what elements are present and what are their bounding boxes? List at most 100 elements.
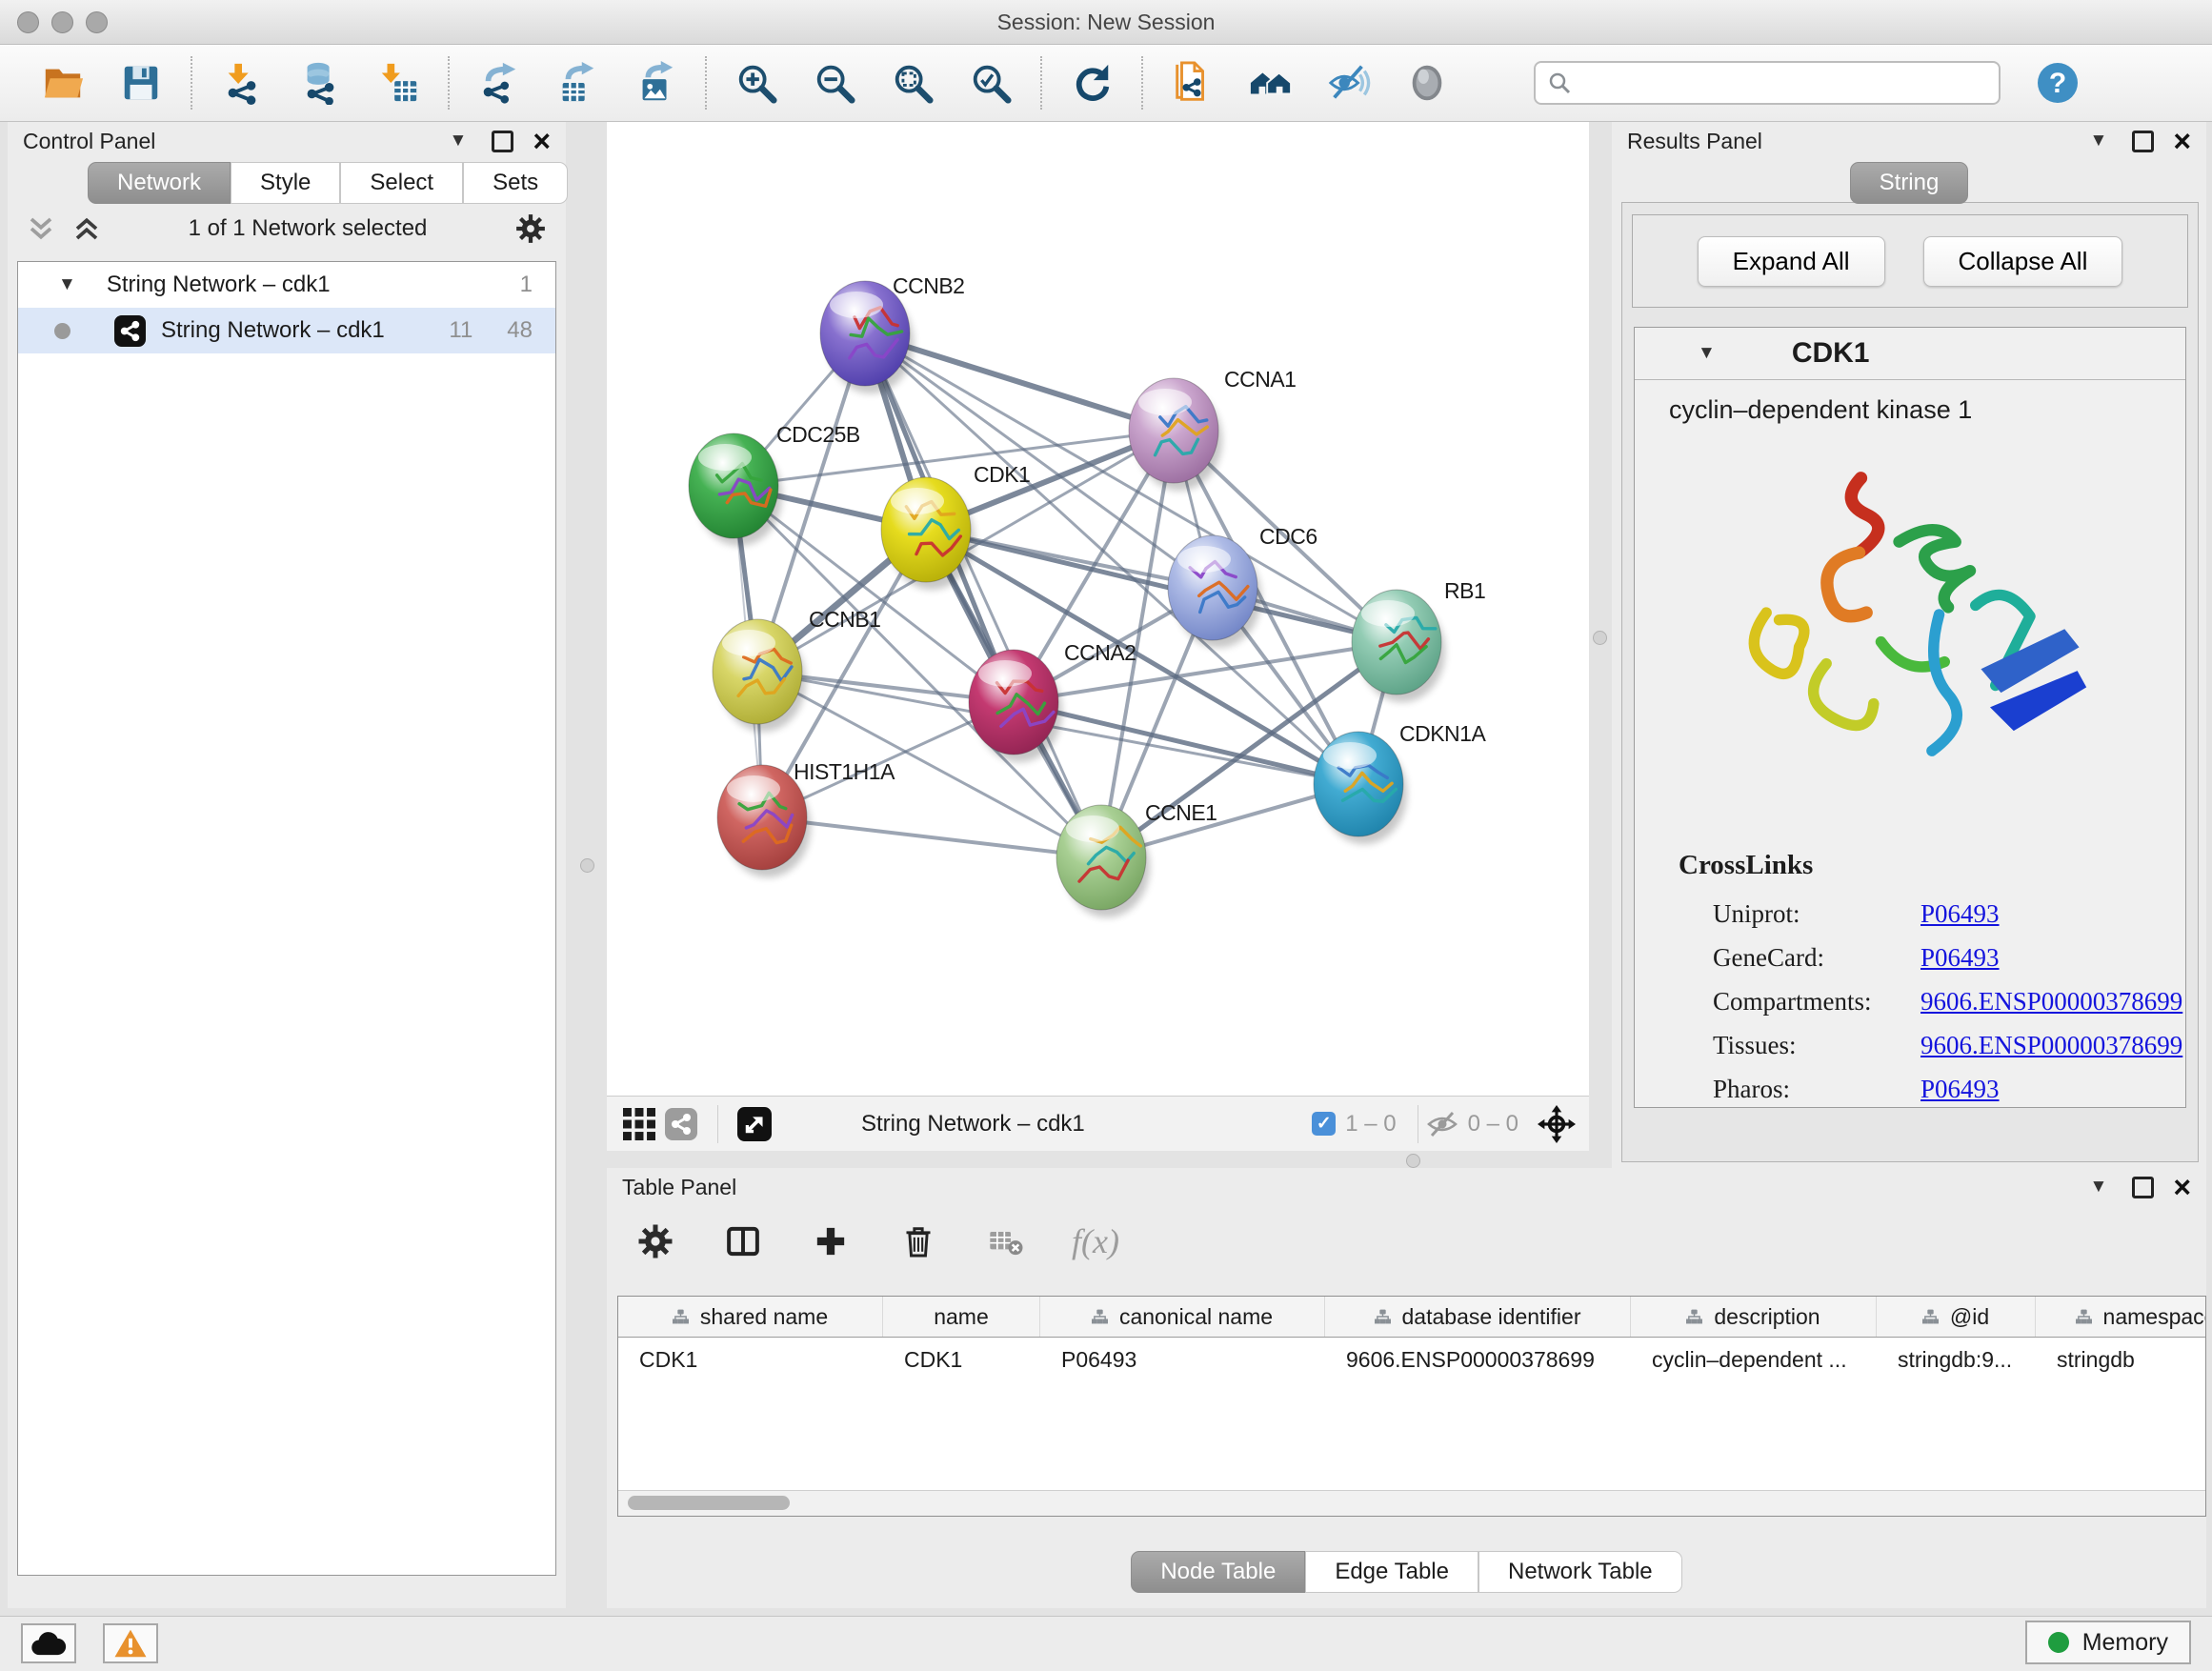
tab-edge-table[interactable]: Edge Table [1305, 1551, 1478, 1593]
tab-network-table[interactable]: Network Table [1478, 1551, 1682, 1593]
function-builder-icon[interactable]: f(x) [1072, 1221, 1119, 1261]
column-header-name[interactable]: name [883, 1297, 1040, 1337]
search-input[interactable] [1534, 61, 2001, 105]
save-session-icon[interactable] [116, 58, 166, 108]
houses-icon[interactable] [1246, 58, 1296, 108]
crosslink-link[interactable]: P06493 [1920, 1075, 2000, 1104]
table-panel-float-icon[interactable] [2132, 1177, 2154, 1198]
tab-string[interactable]: String [1850, 162, 1969, 204]
table-settings-gear-icon[interactable] [633, 1219, 677, 1263]
table-cell[interactable]: CDK1 [618, 1347, 883, 1373]
hscrollbar-thumb[interactable] [628, 1496, 790, 1510]
network-options-gear-icon[interactable] [514, 212, 547, 245]
horizontal-splitter-handle[interactable] [1406, 1154, 1420, 1168]
network-file-icon[interactable] [1168, 58, 1217, 108]
cloud-button[interactable] [21, 1623, 76, 1663]
tab-sets[interactable]: Sets [463, 162, 568, 204]
node-CCNE1[interactable]: CCNE1 [1056, 800, 1217, 917]
import-network-database-icon[interactable] [295, 58, 345, 108]
delete-column-icon[interactable] [896, 1219, 940, 1263]
control-panel-float-icon[interactable] [492, 131, 513, 152]
import-network-file-icon[interactable] [217, 58, 267, 108]
fit-selected-crosshair-icon[interactable] [1532, 1099, 1581, 1149]
collection-expand-icon[interactable]: ▼ [58, 274, 76, 295]
network-collection-row[interactable]: ▼ String Network – cdk1 1 [18, 262, 555, 308]
results-panel-close-icon[interactable]: × [2173, 131, 2191, 151]
zoom-out-icon[interactable] [810, 58, 859, 108]
memory-button[interactable]: Memory [2025, 1621, 2191, 1664]
tab-style[interactable]: Style [231, 162, 340, 204]
import-table-icon[interactable] [373, 58, 423, 108]
show-graphics-icon[interactable] [1402, 58, 1452, 108]
export-network-icon[interactable] [474, 58, 524, 108]
table-panel-collapse-icon[interactable]: ▼ [2090, 1177, 2108, 1198]
crosslink-link[interactable]: 9606.ENSP00000378699 [1920, 1031, 2182, 1060]
expand-all-button[interactable]: Expand All [1698, 236, 1885, 287]
node-label-CCNB2: CCNB2 [893, 273, 964, 298]
zoom-fit-icon[interactable] [888, 58, 937, 108]
zoom-in-icon[interactable] [732, 58, 781, 108]
table-cell[interactable]: 9606.ENSP00000378699 [1325, 1347, 1631, 1373]
table-panel-close-icon[interactable]: × [2173, 1178, 2191, 1197]
open-session-icon[interactable] [38, 58, 88, 108]
delete-table-icon[interactable] [984, 1219, 1028, 1263]
edge-HIST1H1A-CCNE1[interactable] [762, 817, 1101, 857]
node-CCNA2[interactable]: CCNA2 [969, 640, 1136, 762]
column-header-description[interactable]: description [1631, 1297, 1877, 1337]
network-row[interactable]: String Network – cdk1 11 48 [18, 308, 555, 353]
export-table-icon[interactable] [553, 58, 602, 108]
network-canvas[interactable]: CCNB2CCNA1CDC25BCDK1CDC6RB1CCNB1CCNA2CDK… [607, 122, 1589, 1096]
grid-view-icon[interactable] [618, 1103, 660, 1145]
node-RB1[interactable]: RB1 [1352, 578, 1485, 702]
column-header-label: description [1714, 1304, 1820, 1330]
crosslink-link[interactable]: P06493 [1920, 943, 2000, 973]
hide-graphics-icon[interactable] [1324, 58, 1374, 108]
column-header-namespace[interactable]: namespace [2036, 1297, 2206, 1337]
left-splitter-handle[interactable] [580, 858, 594, 873]
table-row[interactable]: CDK1CDK1P064939606.ENSP00000378699cyclin… [618, 1338, 2206, 1381]
birdseye-view-icon[interactable] [734, 1103, 775, 1145]
tab-network[interactable]: Network [88, 162, 231, 204]
table-cell[interactable]: cyclin–dependent ... [1631, 1347, 1877, 1373]
show-columns-icon[interactable] [721, 1219, 765, 1263]
control-panel-collapse-icon[interactable]: ▼ [450, 131, 468, 151]
hidden-counts: 0 – 0 [1468, 1111, 1518, 1137]
table-cell[interactable]: P06493 [1040, 1347, 1325, 1373]
table-cell[interactable]: stringdb:9... [1877, 1347, 2036, 1373]
node-CDKN1A[interactable]: CDKN1A [1314, 721, 1486, 844]
crosslink-link[interactable]: 9606.ENSP00000378699 [1920, 987, 2182, 1017]
collapse-all-button[interactable]: Collapse All [1923, 236, 2123, 287]
results-panel-collapse-icon[interactable]: ▼ [2090, 131, 2108, 151]
node-CDC6[interactable]: CDC6 [1168, 524, 1317, 648]
right-splitter-handle[interactable] [1593, 631, 1607, 645]
column-header-canonical-name[interactable]: canonical name [1040, 1297, 1325, 1337]
tab-node-table[interactable]: Node Table [1131, 1551, 1305, 1593]
control-panel-close-icon[interactable]: × [533, 131, 551, 151]
gene-collapse-icon[interactable]: ▼ [1698, 343, 1716, 364]
node-CCNB2[interactable]: CCNB2 [820, 273, 964, 393]
collapse-all-networks-icon[interactable] [27, 214, 55, 243]
crosslink-link[interactable]: P06493 [1920, 899, 2000, 929]
node-HIST1H1A[interactable]: HIST1H1A [717, 759, 895, 877]
selected-checkbox[interactable]: ✓ [1312, 1112, 1336, 1136]
zoom-selected-icon[interactable] [966, 58, 1016, 108]
node-CCNA1[interactable]: CCNA1 [1129, 367, 1296, 491]
results-panel-float-icon[interactable] [2132, 131, 2154, 152]
expand-all-networks-icon[interactable] [72, 214, 101, 243]
warning-button[interactable] [103, 1623, 158, 1663]
add-column-icon[interactable] [809, 1219, 853, 1263]
node-CCNB1[interactable]: CCNB1 [713, 607, 880, 732]
tab-select[interactable]: Select [340, 162, 463, 204]
edge-CCNB2-CCNE1[interactable] [865, 333, 1101, 857]
column-header-database-identifier[interactable]: database identifier [1325, 1297, 1631, 1337]
refresh-view-icon[interactable] [1067, 58, 1116, 108]
table-cell[interactable]: stringdb [2036, 1347, 2206, 1373]
table-cell[interactable]: CDK1 [883, 1347, 1040, 1373]
network-graph[interactable]: CCNB2CCNA1CDC25BCDK1CDC6RB1CCNB1CCNA2CDK… [607, 122, 1589, 1096]
export-image-icon[interactable] [631, 58, 680, 108]
help-icon[interactable]: ? [2033, 58, 2082, 108]
gene-header[interactable]: ▼ CDK1 [1635, 328, 2185, 380]
column-header--id[interactable]: @id [1877, 1297, 2036, 1337]
network-view-mode-icon[interactable] [660, 1103, 702, 1145]
column-header-shared-name[interactable]: shared name [618, 1297, 883, 1337]
